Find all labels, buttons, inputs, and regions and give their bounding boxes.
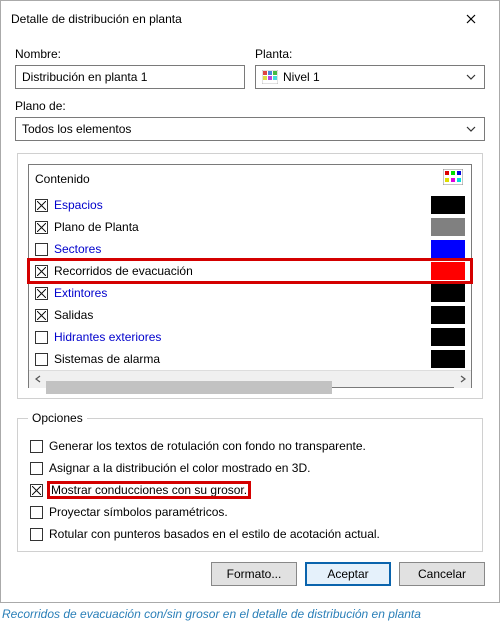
checkbox[interactable]: [35, 243, 48, 256]
list-item-label[interactable]: Extintores: [54, 286, 425, 300]
checkbox[interactable]: [30, 528, 43, 541]
list-item-label[interactable]: Sectores: [54, 242, 425, 256]
list-item[interactable]: Extintores: [29, 282, 471, 304]
horizontal-scrollbar[interactable]: [29, 370, 471, 387]
list-item[interactable]: Recorridos de evacuación: [29, 260, 471, 282]
color-swatch[interactable]: [431, 350, 465, 368]
list-item-label: Recorridos de evacuación: [54, 264, 425, 278]
formato-button[interactable]: Formato...: [211, 562, 297, 586]
dialog-window: Detalle de distribución en planta Nombre…: [0, 0, 500, 603]
level-icon: [262, 70, 278, 84]
list-item[interactable]: Salidas: [29, 304, 471, 326]
checkbox[interactable]: [35, 309, 48, 322]
scroll-right-button[interactable]: [454, 371, 471, 388]
color-swatch[interactable]: [431, 196, 465, 214]
plano-select[interactable]: Todos los elementos: [15, 117, 485, 141]
plano-value: Todos los elementos: [22, 122, 131, 136]
list-item[interactable]: Espacios: [29, 194, 471, 216]
option-label: Mostrar conducciones con su grosor.: [51, 483, 247, 497]
contenido-group: Contenido Espacios Plano de Planta Sectore…: [17, 153, 483, 399]
close-button[interactable]: [451, 7, 491, 31]
label-planta: Planta:: [255, 47, 485, 61]
chevron-down-icon: [462, 126, 480, 132]
checkbox[interactable]: [30, 484, 43, 497]
color-swatch[interactable]: [431, 328, 465, 346]
option-row[interactable]: Proyectar símbolos paramétricos.: [28, 501, 472, 523]
button-row: Formato... Aceptar Cancelar: [15, 552, 485, 588]
scroll-left-button[interactable]: [29, 371, 46, 388]
option-label: Rotular con punteros basados en el estil…: [49, 527, 380, 541]
checkbox[interactable]: [35, 199, 48, 212]
opciones-legend: Opciones: [28, 411, 87, 425]
option-row[interactable]: Asignar a la distribución el color mostr…: [28, 457, 472, 479]
option-label: Proyectar símbolos paramétricos.: [49, 505, 228, 519]
planta-value: Nivel 1: [283, 70, 320, 84]
grid-icon[interactable]: [443, 169, 463, 188]
planta-select[interactable]: Nivel 1: [255, 65, 485, 89]
content-header: Contenido: [35, 172, 90, 186]
window-title: Detalle de distribución en planta: [11, 12, 182, 26]
list-item-label: Sistemas de alarma: [54, 352, 425, 366]
scroll-thumb[interactable]: [46, 381, 332, 394]
cancelar-button[interactable]: Cancelar: [399, 562, 485, 586]
checkbox[interactable]: [35, 265, 48, 278]
close-icon: [466, 14, 476, 24]
option-label: Generar los textos de rotulación con fon…: [49, 439, 366, 453]
checkbox[interactable]: [30, 506, 43, 519]
aceptar-button[interactable]: Aceptar: [305, 562, 391, 586]
color-swatch[interactable]: [431, 240, 465, 258]
checkbox[interactable]: [35, 353, 48, 366]
color-swatch[interactable]: [431, 284, 465, 302]
caption-text: Recorridos de evacuación con/sin grosor …: [0, 603, 500, 627]
nombre-input[interactable]: [15, 65, 245, 89]
label-nombre: Nombre:: [15, 47, 245, 61]
checkbox[interactable]: [30, 462, 43, 475]
chevron-down-icon: [462, 74, 480, 80]
color-swatch[interactable]: [431, 306, 465, 324]
titlebar: Detalle de distribución en planta: [1, 1, 499, 37]
list-item[interactable]: Sistemas de alarma: [29, 348, 471, 370]
checkbox[interactable]: [35, 287, 48, 300]
color-swatch[interactable]: [431, 262, 465, 280]
list-item-label[interactable]: Espacios: [54, 198, 425, 212]
list-item-label: Salidas: [54, 308, 425, 322]
content-listbox: Contenido Espacios Plano de Planta Sectore…: [28, 164, 472, 388]
list-item[interactable]: Sectores: [29, 238, 471, 260]
checkbox[interactable]: [35, 331, 48, 344]
content-list: Espacios Plano de Planta Sectores Recorrido…: [29, 194, 471, 370]
option-label: Asignar a la distribución el color mostr…: [49, 461, 310, 475]
checkbox[interactable]: [30, 440, 43, 453]
list-item-label[interactable]: Hidrantes exteriores: [54, 330, 425, 344]
list-item[interactable]: Hidrantes exteriores: [29, 326, 471, 348]
option-row[interactable]: Rotular con punteros basados en el estil…: [28, 523, 472, 545]
opciones-group: Opciones Generar los textos de rotulació…: [17, 411, 483, 552]
color-swatch[interactable]: [431, 218, 465, 236]
checkbox[interactable]: [35, 221, 48, 234]
option-row[interactable]: Generar los textos de rotulación con fon…: [28, 435, 472, 457]
list-item[interactable]: Plano de Planta: [29, 216, 471, 238]
label-plano-de: Plano de:: [15, 99, 485, 113]
list-item-label: Plano de Planta: [54, 220, 425, 234]
option-row[interactable]: Mostrar conducciones con su grosor.: [28, 479, 472, 501]
